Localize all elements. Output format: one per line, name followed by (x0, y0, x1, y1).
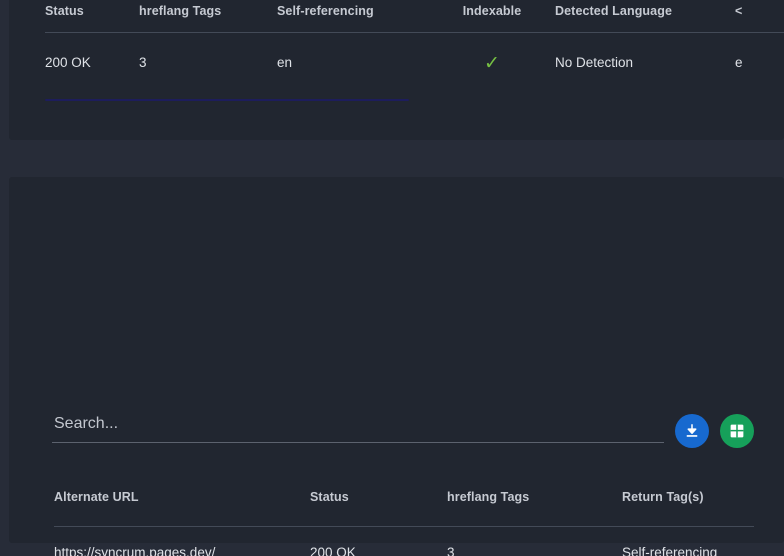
summary-table-body: 200 OK 3 en ✓ No Detection e (45, 32, 784, 92)
alternate-urls-table-body: https://syncrum.pages.dev/ 200 OK 3 Self… (54, 526, 754, 556)
cell-status: 200 OK (45, 32, 139, 92)
download-icon (686, 424, 698, 437)
export-to-sheets-button[interactable] (720, 414, 754, 448)
alternate-urls-table: Alternate URL Status hreflang Tags Retur… (54, 490, 754, 556)
summary-table-active-underline (45, 99, 409, 101)
table-header-row: Status hreflang Tags Self-referencing In… (45, 4, 784, 33)
cell-status: 200 OK (310, 526, 447, 556)
cell-self-referencing: en (277, 32, 435, 92)
column-header-overflow[interactable]: < (735, 4, 784, 33)
column-header-alternate-url[interactable]: Alternate URL (54, 490, 310, 527)
table-header-row: Alternate URL Status hreflang Tags Retur… (54, 490, 754, 527)
column-header-detected-language[interactable]: Detected Language (555, 4, 735, 33)
cell-overflow: e (735, 32, 784, 92)
column-header-hreflang-tags[interactable]: hreflang Tags (139, 4, 277, 33)
column-header-self-referencing[interactable]: Self-referencing (277, 4, 435, 33)
cell-return-tags: Self-referencing (622, 526, 754, 556)
column-header-status[interactable]: Status (310, 490, 447, 527)
search-input[interactable] (52, 415, 664, 443)
column-header-return-tags[interactable]: Return Tag(s) (622, 490, 754, 527)
alternate-urls-table-header: Alternate URL Status hreflang Tags Retur… (54, 490, 754, 527)
cell-detected-language: No Detection (555, 32, 735, 92)
hreflang-summary-panel: Status hreflang Tags Self-referencing In… (9, 0, 784, 140)
column-header-hreflang-tags[interactable]: hreflang Tags (447, 490, 622, 527)
summary-table: Status hreflang Tags Self-referencing In… (45, 4, 784, 92)
app-screen: Status hreflang Tags Self-referencing In… (0, 0, 784, 556)
cell-indexable: ✓ (435, 32, 555, 92)
spreadsheet-icon (730, 424, 744, 438)
column-header-indexable[interactable]: Indexable (435, 4, 555, 33)
summary-table-header: Status hreflang Tags Self-referencing In… (45, 4, 784, 33)
check-icon: ✓ (484, 53, 500, 74)
table-row[interactable]: https://syncrum.pages.dev/ 200 OK 3 Self… (54, 526, 754, 556)
column-header-status[interactable]: Status (45, 4, 139, 33)
cell-hreflang-tags: 3 (139, 32, 277, 92)
search-field-wrapper (52, 415, 664, 443)
table-row[interactable]: 200 OK 3 en ✓ No Detection e (45, 32, 784, 92)
cell-alternate-url[interactable]: https://syncrum.pages.dev/ (54, 526, 310, 556)
alternate-urls-panel: Alternate URL Status hreflang Tags Retur… (9, 177, 784, 556)
download-button[interactable] (675, 414, 709, 448)
cell-hreflang-tags: 3 (447, 526, 622, 556)
